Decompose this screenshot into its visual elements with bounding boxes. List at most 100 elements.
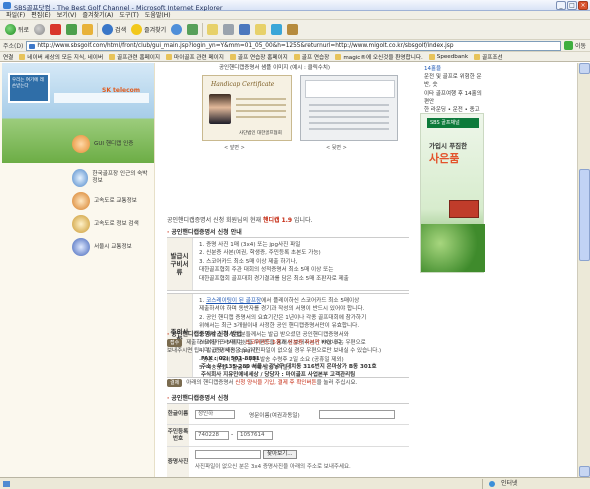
caption-front: < 앞면 >	[224, 145, 245, 151]
menu-help[interactable]: 도움말(H)	[145, 11, 171, 19]
form-row-name: 한글이름 정인하 영문이름(여권과동일)	[167, 403, 409, 425]
link-item[interactable]: 골프 연습장 홈페이지	[229, 53, 288, 61]
minimize-button[interactable]: _	[556, 1, 566, 10]
sample-caption: 공인핸디캡증명서 샘플 이미지 (예시 : 클릭수치)	[219, 65, 331, 71]
folder-icon	[229, 53, 236, 60]
page-icon	[19, 53, 26, 60]
promo-line[interactable]: 14홀을	[424, 65, 484, 73]
required-line: 1. 증명 사진 1매 (3x4) 또는 jpg사진 파일	[199, 242, 301, 248]
ie-app-icon	[3, 2, 11, 9]
search-button[interactable]: 검색	[101, 22, 127, 38]
korean-name-input[interactable]: 정인하	[195, 410, 235, 419]
course-rating-link[interactable]: 코스레이팅이 된 골프장	[206, 298, 261, 304]
refresh-button[interactable]	[65, 22, 78, 38]
menu-file[interactable]: 파일(F)	[6, 11, 25, 19]
section-apply-info: 공인핸디캡증명서 신청 안내	[167, 227, 241, 236]
rrn-first-input[interactable]: 740228	[195, 431, 229, 440]
toolbar: 뒤로 검색 즐겨찾기	[0, 20, 590, 40]
photo-file-input[interactable]	[195, 450, 261, 459]
media-button[interactable]	[170, 22, 183, 38]
text-line	[309, 110, 389, 112]
promo-line: 이타 골프여행 후 14홀의 편안	[424, 90, 482, 105]
address-input[interactable]: http://www.sbsgolf.com/html/front/club/g…	[26, 40, 561, 51]
link-item[interactable]: 골프조선	[474, 53, 503, 61]
notice-line: 2. 공인 핸디캡 증명서의 요효기간은 1년이나 각종 골프대회에 참가하기	[199, 314, 367, 321]
folder-button[interactable]	[254, 22, 267, 38]
media-icon	[171, 24, 183, 35]
link-item[interactable]: magic®에 오신것을 환영합니다.	[335, 53, 423, 61]
mail-address: 주소 : 우)135-280 서울시 강남구 대치동 316번지 은마상가 B동…	[201, 364, 377, 370]
mail-recipient: 주식회사 지유민에네세상 / 당당자 : 마이골프 사업본부 고객관리팀	[201, 372, 356, 378]
forward-button[interactable]	[33, 22, 46, 38]
mail-button[interactable]	[206, 22, 219, 38]
print-button[interactable]	[222, 22, 235, 38]
ad-brand: SBS 골프채널	[427, 118, 479, 128]
link-item[interactable]: 마이골프 관련 페이지	[166, 53, 224, 61]
menu-view[interactable]: 보기(V)	[57, 11, 77, 19]
back-button[interactable]: 뒤로	[4, 22, 30, 38]
back-block	[305, 80, 395, 98]
menu-edit[interactable]: 편집(E)	[31, 11, 51, 19]
address-label: 주소(D)	[3, 43, 24, 50]
vertical-scrollbar[interactable]	[577, 63, 590, 477]
maximize-button[interactable]: □	[567, 1, 577, 10]
certificate-front-image: Handicap Certificate 사단법인 대한골프협회	[202, 75, 292, 141]
edit-icon	[239, 24, 251, 35]
go-arrow-icon	[563, 41, 573, 50]
text-line	[236, 98, 286, 100]
go-button[interactable]: 이동	[563, 41, 590, 50]
english-name-input[interactable]	[319, 410, 395, 419]
caption-back: < 뒷면 >	[326, 145, 347, 151]
golf-course-image	[421, 224, 485, 272]
gift-box-icon	[449, 200, 479, 218]
history-button[interactable]	[186, 22, 199, 38]
menu-gui-handicap[interactable]: GUI 핸디캡 인증	[72, 133, 152, 155]
submit-tag: 접수	[167, 339, 183, 347]
print-icon	[223, 24, 235, 35]
photo-label: 증명사진	[167, 447, 189, 477]
menu-highway-traffic[interactable]: 고속도로 교통정보	[72, 190, 152, 212]
scroll-down-button[interactable]	[579, 466, 590, 477]
folder-icon	[109, 53, 116, 60]
section-apply-form: 공인핸디캡증명서 신청	[167, 393, 228, 402]
messenger-button[interactable]	[270, 22, 283, 38]
links-bar: 연결 네이버 세상의 모든 지식, 네이버 골프관련 홈페이지 마이골프 관련 …	[0, 52, 590, 62]
edit-button[interactable]	[238, 22, 251, 38]
toolbar-separator	[202, 22, 204, 37]
portrait-photo	[209, 94, 231, 124]
address-block: FAX : 02) 501-8881 주소 : 우)135-280 서울시 강남…	[167, 355, 409, 379]
sbs-golf-ad-banner[interactable]: SBS 골프채널 가입시 푸짐한 사은품	[420, 113, 485, 273]
payment-tag: 결제	[167, 379, 183, 387]
menu-bar: 파일(F) 편집(E) 보기(V) 즐겨찾기(A) 도구(T) 도움말(H)	[0, 11, 590, 20]
page-status-icon	[3, 481, 10, 487]
menu-highway-search[interactable]: 고속도로 정보 검색	[72, 213, 152, 235]
banner-caption: 우리는 여기에 레슨받는다	[8, 73, 50, 103]
menu-favorites[interactable]: 즐겨찾기(A)	[83, 11, 114, 19]
status-bar: 인터넷	[0, 477, 590, 489]
menu-tools[interactable]: 도구(T)	[119, 11, 138, 19]
folder-icon	[166, 53, 173, 60]
link-item[interactable]: 골프 연습장	[293, 53, 329, 61]
messenger-icon	[271, 24, 283, 35]
close-button[interactable]: ×	[578, 1, 588, 10]
link-item[interactable]: Speedbank	[428, 53, 468, 60]
stop-button[interactable]	[49, 22, 62, 38]
back-arrow-icon	[5, 24, 16, 35]
menu-lodging[interactable]: 한국골프장 인근의 숙박정보	[72, 167, 152, 189]
favorites-button[interactable]: 즐겨찾기	[130, 22, 167, 38]
text-line	[236, 104, 286, 106]
scroll-thumb[interactable]	[579, 169, 590, 261]
scroll-up-button[interactable]	[579, 63, 590, 74]
korean-name-label: 한글이름	[167, 404, 189, 424]
browse-button[interactable]: 찾아보기...	[263, 450, 297, 459]
home-button[interactable]	[81, 22, 94, 38]
rrn-second-input[interactable]: 1057614	[237, 431, 273, 440]
research-button[interactable]	[286, 22, 299, 38]
research-icon	[287, 24, 299, 35]
menu-seoul-traffic[interactable]: 서울시 교통정보	[72, 236, 152, 258]
forward-arrow-icon	[34, 24, 46, 35]
link-item[interactable]: 네이버 세상의 모든 지식, 네이버	[19, 53, 103, 61]
ad-line2: 사은품	[429, 152, 460, 165]
certificate-back-image	[300, 75, 398, 141]
link-item[interactable]: 골프관련 홈페이지	[109, 53, 160, 61]
